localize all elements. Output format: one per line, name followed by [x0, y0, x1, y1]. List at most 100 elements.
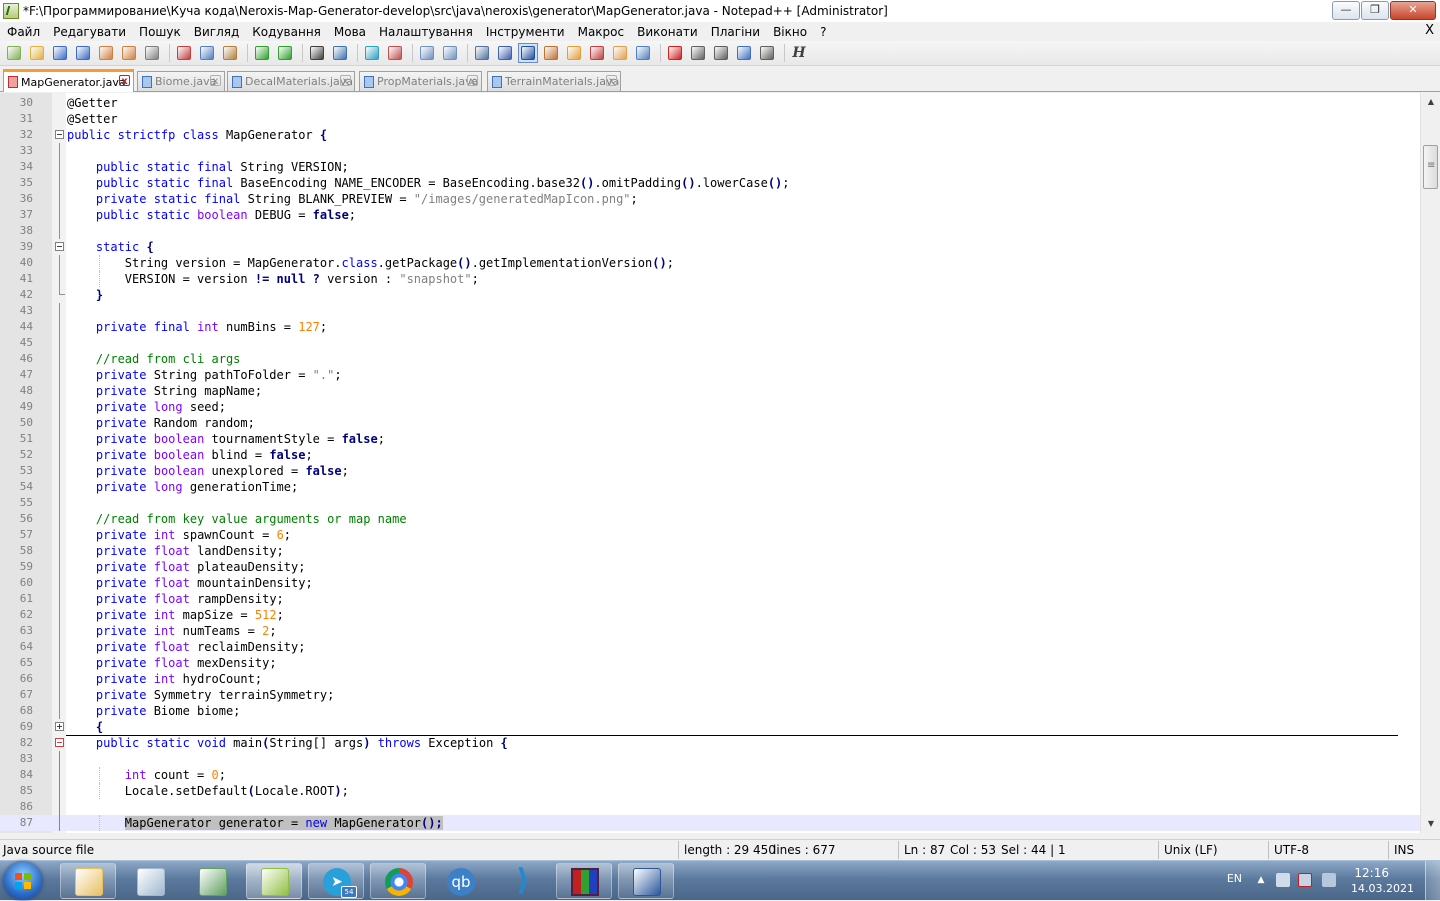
- code-line[interactable]: 56 //read from key value arguments or ma…: [0, 511, 1420, 527]
- menu-item-4[interactable]: Кодування: [245, 25, 327, 39]
- code-line[interactable]: 32 public strictfp class MapGenerator {: [0, 127, 1420, 143]
- code-line[interactable]: 87 MapGenerator generator = new MapGener…: [0, 815, 1420, 831]
- tab-decalmaterials[interactable]: DecalMaterials.java x: [227, 71, 355, 91]
- code-line[interactable]: 52 private boolean blind = false;: [0, 447, 1420, 463]
- undo-icon[interactable]: [252, 43, 272, 63]
- taskbar-vscode[interactable]: ⟩: [494, 863, 550, 899]
- fold-collapse-icon[interactable]: [55, 738, 64, 747]
- save-all-icon[interactable]: [73, 43, 93, 63]
- sync-horizontal-icon[interactable]: [440, 43, 460, 63]
- code-line[interactable]: 43: [0, 303, 1420, 319]
- notepad-plus-plus-icon[interactable]: [3, 3, 19, 19]
- code-line[interactable]: 60 private float mountainDensity;: [0, 575, 1420, 591]
- menu-item-1[interactable]: Редагувати: [46, 25, 132, 39]
- tab-propmaterials[interactable]: PropMaterials.java x: [359, 71, 482, 91]
- tab-terrainmaterials[interactable]: TerrainMaterials.java x: [487, 71, 621, 91]
- udl-icon[interactable]: [541, 43, 561, 63]
- status-encoding[interactable]: UTF-8: [1274, 843, 1309, 857]
- word-wrap-icon[interactable]: [472, 43, 492, 63]
- tab-mapgenerator[interactable]: MapGenerator.java x: [3, 69, 134, 92]
- taskbar-chrome[interactable]: [370, 863, 426, 899]
- code-line[interactable]: 45: [0, 335, 1420, 351]
- tab-biome[interactable]: Biome.java x: [137, 71, 225, 91]
- code-line[interactable]: 82 public static void main(String[] args…: [0, 735, 1420, 751]
- scroll-down-arrow-icon[interactable]: ▼: [1424, 817, 1438, 831]
- open-file-icon[interactable]: [27, 43, 47, 63]
- minimize-button[interactable]: —: [1332, 1, 1360, 20]
- network-icon[interactable]: [1298, 873, 1312, 887]
- playback-icon[interactable]: [711, 43, 731, 63]
- menu-item-9[interactable]: Виконати: [630, 25, 704, 39]
- code-line[interactable]: 48 private String mapName;: [0, 383, 1420, 399]
- code-line[interactable]: 50 private Random random;: [0, 415, 1420, 431]
- code-line[interactable]: 44 private final int numBins = 127;: [0, 319, 1420, 335]
- tab-close-icon[interactable]: x: [340, 75, 351, 87]
- vertical-scrollbar[interactable]: ▲ ▼: [1420, 93, 1440, 833]
- fold-expand-icon[interactable]: [55, 722, 64, 731]
- function-list-icon[interactable]: [587, 43, 607, 63]
- taskbar-telegram[interactable]: ➤ 54: [308, 863, 364, 899]
- find-icon[interactable]: [307, 43, 327, 63]
- status-insert-mode[interactable]: INS: [1394, 843, 1414, 857]
- code-line[interactable]: 49 private long seed;: [0, 399, 1420, 415]
- code-line[interactable]: 55: [0, 495, 1420, 511]
- clock-time[interactable]: 12:16: [1354, 866, 1389, 880]
- folder-workspace-icon[interactable]: [610, 43, 630, 63]
- taskbar-winrar[interactable]: [556, 863, 612, 899]
- taskbar-word-document[interactable]: [618, 863, 674, 899]
- indent-guide-icon[interactable]: [518, 43, 538, 63]
- code-line[interactable]: 69 {: [0, 719, 1420, 736]
- fold-collapse-icon[interactable]: [55, 242, 64, 251]
- replace-icon[interactable]: [330, 43, 350, 63]
- code-line[interactable]: 83: [0, 751, 1420, 767]
- taskbar-explorer[interactable]: [60, 863, 116, 899]
- zoom-out-icon[interactable]: [385, 43, 405, 63]
- code-line[interactable]: 51 private boolean tournamentStyle = fal…: [0, 431, 1420, 447]
- save-icon[interactable]: [50, 43, 70, 63]
- language-indicator[interactable]: EN: [1227, 872, 1242, 885]
- code-line[interactable]: 36 private static final String BLANK_PRE…: [0, 191, 1420, 207]
- menu-item-0[interactable]: Файл: [0, 25, 46, 39]
- code-line[interactable]: 33: [0, 143, 1420, 159]
- print-icon[interactable]: [142, 43, 162, 63]
- taskbar-notepad-plus-plus[interactable]: [246, 863, 302, 899]
- code-line[interactable]: 66 private int hydroCount;: [0, 671, 1420, 687]
- run-macro-multiple-icon[interactable]: [734, 43, 754, 63]
- code-line[interactable]: 58 private float landDensity;: [0, 543, 1420, 559]
- paste-icon[interactable]: [220, 43, 240, 63]
- code-line[interactable]: 47 private String pathToFolder = ".";: [0, 367, 1420, 383]
- tab-close-icon[interactable]: x: [606, 75, 617, 87]
- save-macro-icon[interactable]: [757, 43, 777, 63]
- menu-item-10[interactable]: Плагіни: [704, 25, 766, 39]
- zoom-in-icon[interactable]: [362, 43, 382, 63]
- hex-editor-icon[interactable]: H: [789, 43, 809, 63]
- sync-vertical-icon[interactable]: [417, 43, 437, 63]
- tray-expand-icon[interactable]: ▲: [1254, 873, 1268, 887]
- code-line[interactable]: 61 private float rampDensity;: [0, 591, 1420, 607]
- code-line[interactable]: 35 public static final BaseEncoding NAME…: [0, 175, 1420, 191]
- volume-icon[interactable]: [1276, 873, 1290, 887]
- status-eol[interactable]: Unix (LF): [1164, 843, 1218, 857]
- code-line[interactable]: 37 public static boolean DEBUG = false;: [0, 207, 1420, 223]
- fold-collapse-icon[interactable]: [55, 130, 64, 139]
- code-line[interactable]: 84 int count = 0;: [0, 767, 1420, 783]
- doc-map-icon[interactable]: [564, 43, 584, 63]
- menu-item-2[interactable]: Пошук: [132, 25, 187, 39]
- new-file-icon[interactable]: [4, 43, 24, 63]
- code-editor[interactable]: 30 @Getter 31 @Setter 32 public strictfp clas…: [0, 93, 1440, 833]
- show-all-chars-icon[interactable]: [495, 43, 515, 63]
- code-line[interactable]: 85 Locale.setDefault(Locale.ROOT);: [0, 783, 1420, 799]
- code-line[interactable]: 67 private Symmetry terrainSymmetry;: [0, 687, 1420, 703]
- code-line[interactable]: 46 //read from cli args: [0, 351, 1420, 367]
- scroll-thumb[interactable]: [1423, 145, 1438, 189]
- menu-item-11[interactable]: Вікно: [766, 25, 813, 39]
- menu-item-7[interactable]: Інструменти: [479, 25, 571, 39]
- taskbar-qbittorrent[interactable]: qb: [432, 863, 488, 899]
- stop-recording-icon[interactable]: [688, 43, 708, 63]
- code-line[interactable]: 39 static {: [0, 239, 1420, 255]
- monitoring-icon[interactable]: [633, 43, 653, 63]
- show-desktop-button[interactable]: [1425, 861, 1440, 901]
- start-button[interactable]: [4, 862, 42, 900]
- cut-icon[interactable]: [174, 43, 194, 63]
- record-macro-icon[interactable]: [665, 43, 685, 63]
